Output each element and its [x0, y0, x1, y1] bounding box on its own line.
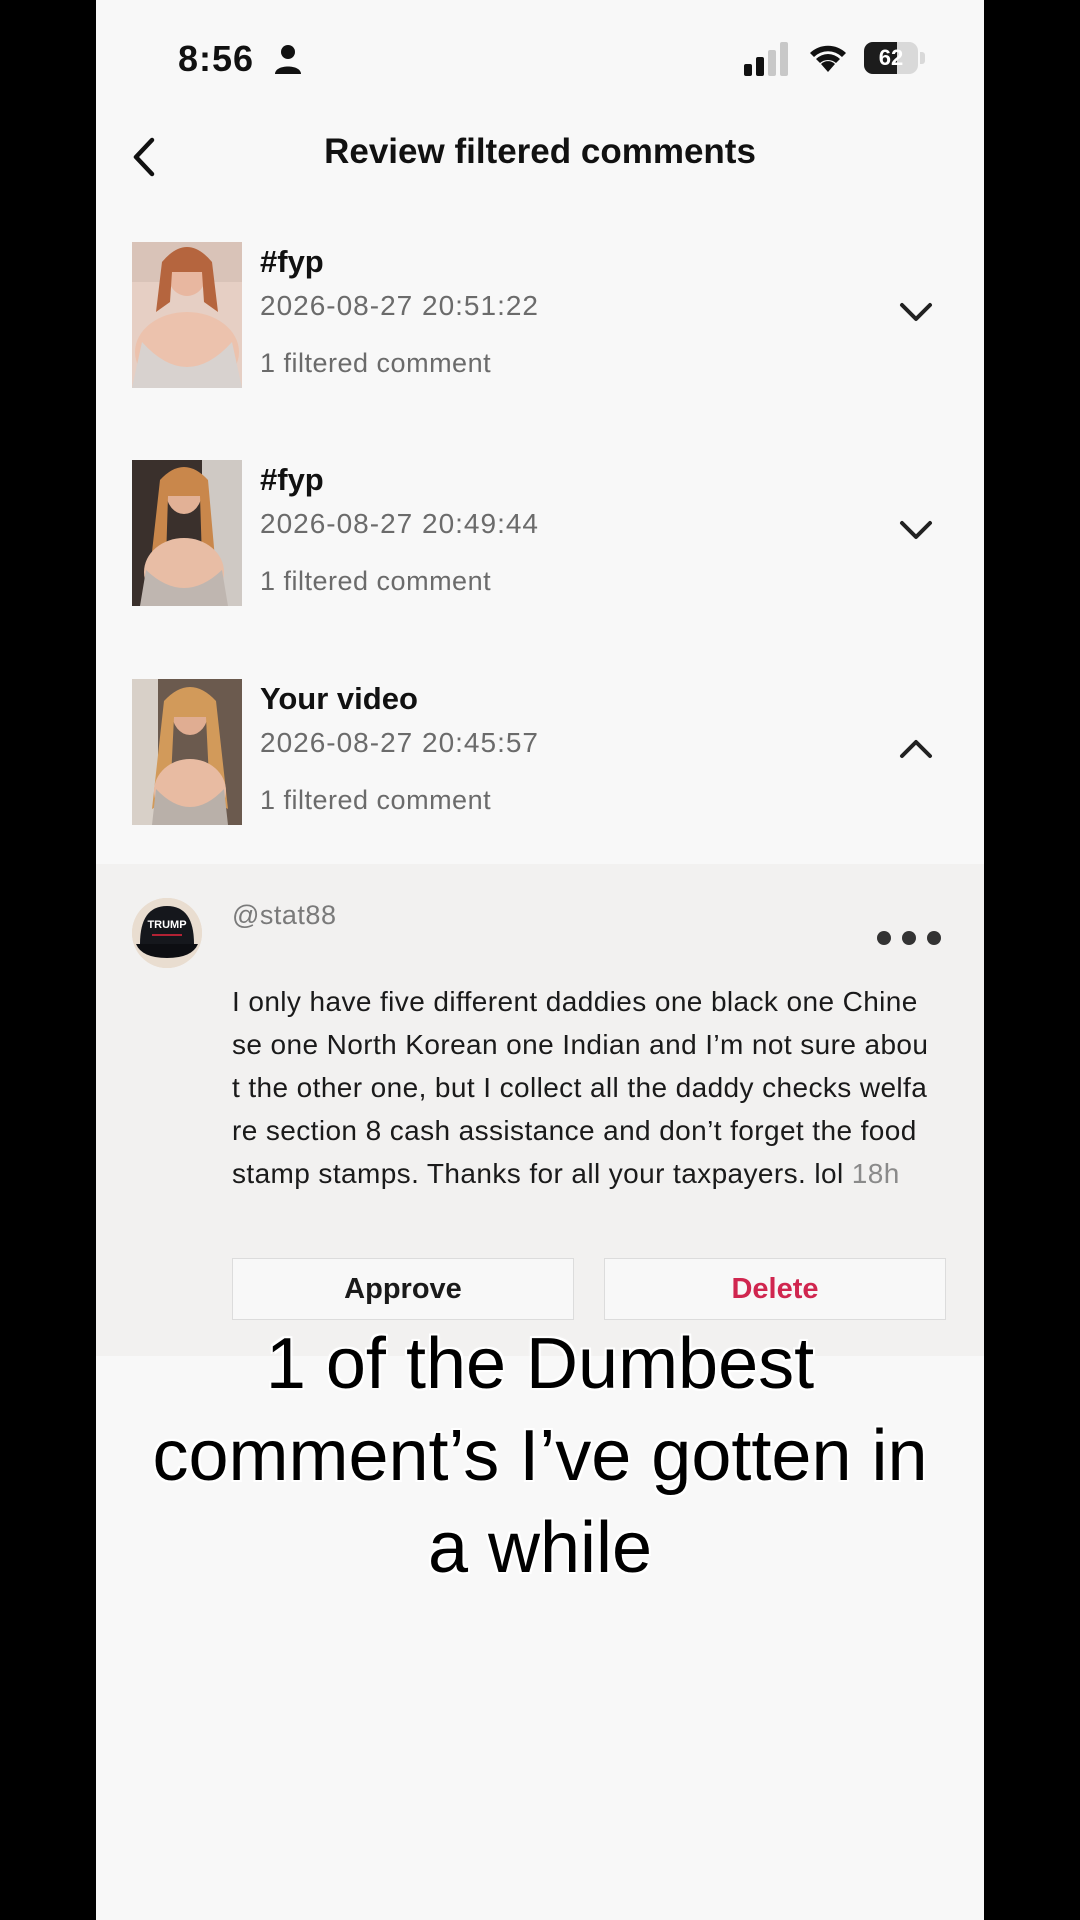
video-date: 2026-08-27 20:45:57	[260, 727, 539, 758]
video-thumbnail	[132, 460, 242, 606]
signal-icon	[744, 42, 788, 76]
filtered-count: 1 filtered comment	[260, 785, 492, 815]
video-title: #fyp	[260, 244, 324, 279]
chevron-down-icon[interactable]	[898, 300, 934, 324]
delete-button[interactable]: Delete	[604, 1258, 946, 1320]
comment-username[interactable]: @stat88	[232, 900, 336, 931]
video-title: Your video	[260, 681, 418, 716]
wifi-icon	[810, 45, 846, 72]
comment-body: I only have five different daddies one b…	[232, 986, 929, 1189]
video-row[interactable]: #fyp 2026-08-27 20:49:44 1 filtered comm…	[96, 460, 984, 610]
comment-text: I only have five different daddies one b…	[232, 980, 932, 1195]
app-screen: 8:56 62 Review filtered comments #fyp 20…	[96, 0, 984, 1920]
video-caption-overlay: 1 of the Dumbest comment’s I’ve gotten i…	[96, 1318, 984, 1594]
video-date: 2026-08-27 20:51:22	[260, 290, 539, 321]
filtered-comment: TRUMP @stat88 I only have five different…	[96, 864, 984, 1356]
battery-icon: 62	[864, 42, 926, 74]
status-time: 8:56	[178, 38, 255, 79]
caption-line: 1 of the Dumbest	[265, 1324, 815, 1404]
status-bar: 8:56 62	[96, 28, 984, 88]
caption-line: comment’s I’ve gotten in	[152, 1416, 928, 1496]
filtered-count: 1 filtered comment	[260, 348, 492, 378]
avatar[interactable]: TRUMP	[132, 898, 202, 968]
person-icon	[275, 45, 301, 74]
filtered-count: 1 filtered comment	[260, 566, 492, 596]
video-thumbnail	[132, 679, 242, 825]
page-header: Review filtered comments	[96, 120, 984, 192]
approve-button[interactable]: Approve	[232, 1258, 574, 1320]
more-options-icon[interactable]	[874, 928, 944, 948]
svg-text:TRUMP: TRUMP	[147, 919, 186, 931]
video-row[interactable]: Your video 2026-08-27 20:45:57 1 filtere…	[96, 679, 984, 829]
battery-percent: 62	[878, 45, 904, 70]
video-title: #fyp	[260, 462, 324, 497]
caption-line: a while	[427, 1508, 653, 1588]
page-title: Review filtered comments	[324, 132, 756, 171]
video-date: 2026-08-27 20:49:44	[260, 508, 539, 539]
video-row[interactable]: #fyp 2026-08-27 20:51:22 1 filtered comm…	[96, 242, 984, 392]
comment-time: 18h	[851, 1158, 900, 1189]
chevron-up-icon[interactable]	[898, 737, 934, 761]
video-thumbnail	[132, 242, 242, 388]
chevron-down-icon[interactable]	[898, 518, 934, 542]
